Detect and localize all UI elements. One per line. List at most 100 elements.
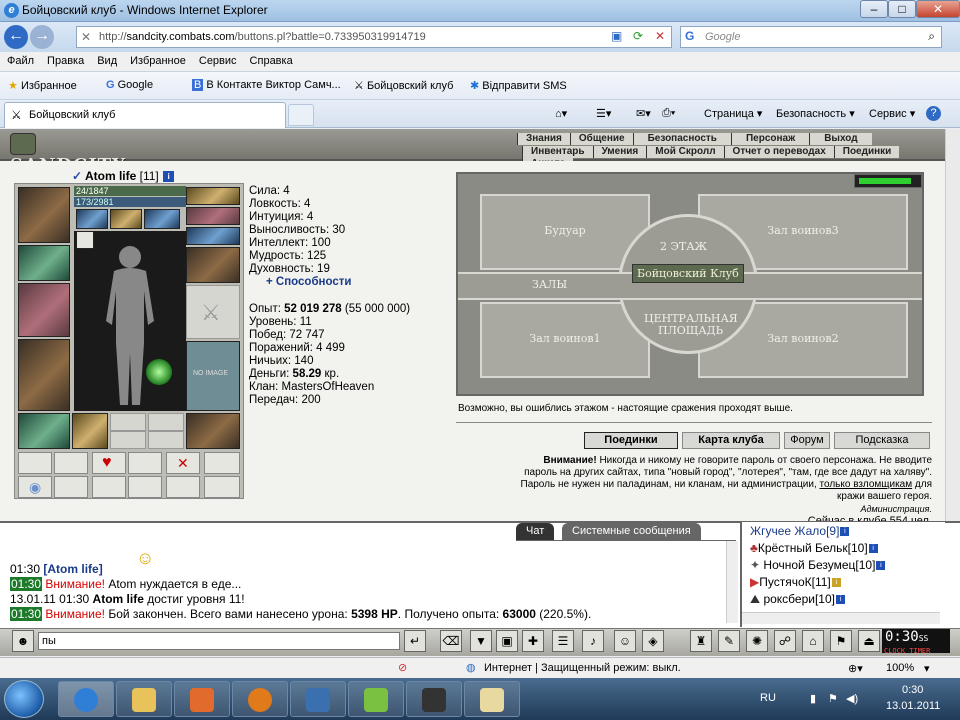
- language-indicator[interactable]: RU: [760, 692, 776, 704]
- necklace-slot[interactable]: [18, 245, 70, 281]
- close-button[interactable]: ✕: [916, 0, 960, 18]
- nav-communication[interactable]: Общение: [569, 133, 633, 145]
- window-title-bar[interactable]: e Бойцовский клуб - Windows Internet Exp…: [0, 0, 960, 22]
- users-hscrollbar[interactable]: [742, 612, 940, 624]
- task-media-player[interactable]: [174, 681, 230, 717]
- bag-icon[interactable]: ♜: [690, 630, 712, 652]
- tray-date[interactable]: 13.01.2011: [886, 700, 940, 712]
- club-map-button[interactable]: Карта клуба: [682, 432, 780, 449]
- hackers-link[interactable]: только взломщикам: [820, 479, 913, 490]
- info-icon[interactable]: i: [163, 171, 175, 183]
- gloves-slot[interactable]: [186, 247, 240, 283]
- shield-slot[interactable]: ⚔: [186, 285, 240, 339]
- chat-input[interactable]: пы: [38, 632, 400, 650]
- tools-menu[interactable]: Сервис ▾: [869, 107, 915, 120]
- nav-security[interactable]: Безопасность: [632, 133, 731, 145]
- ring-slot-5[interactable]: [148, 431, 184, 449]
- chat-mode-icon[interactable]: ☻: [12, 630, 34, 652]
- fav-sms[interactable]: ✱ Відправити SMS: [470, 79, 567, 92]
- feeds-icon[interactable]: ☰▾: [596, 107, 611, 120]
- zoom-dropdown-icon[interactable]: ▾: [924, 662, 930, 675]
- compatibility-icon[interactable]: ▣: [611, 29, 622, 43]
- stop-icon[interactable]: ✕: [655, 29, 665, 43]
- forum-button[interactable]: Форум: [784, 432, 830, 449]
- blocked-icon[interactable]: ⊘: [398, 661, 407, 674]
- zoom-level[interactable]: 100%: [886, 662, 914, 674]
- ring-top-slot[interactable]: [186, 227, 240, 245]
- music-icon[interactable]: ♪: [582, 630, 604, 652]
- rune-slot-3[interactable]: [144, 209, 180, 229]
- info-icon[interactable]: i: [868, 544, 878, 554]
- fighter-icon[interactable]: ✚: [522, 630, 544, 652]
- home-icon[interactable]: ⌂▾: [555, 107, 567, 120]
- label-central-2[interactable]: ПЛОЩАДЬ: [658, 324, 723, 337]
- fav-combats[interactable]: ⚔ Бойцовский клуб: [354, 79, 453, 92]
- potion-slot-5[interactable]: ✕: [166, 452, 200, 474]
- menu-edit[interactable]: Правка: [40, 52, 90, 67]
- task-ie[interactable]: [58, 681, 114, 717]
- battles-button[interactable]: Поединки: [584, 432, 678, 449]
- earring-slot[interactable]: [186, 187, 240, 205]
- minimize-button[interactable]: –: [860, 0, 888, 18]
- potion-slot-2[interactable]: [54, 452, 88, 474]
- task-firefox[interactable]: [232, 681, 288, 717]
- print-icon[interactable]: ⎙▾: [662, 107, 675, 120]
- tab-chat[interactable]: Чат: [516, 523, 555, 540]
- flag-icon[interactable]: ⚑: [828, 692, 838, 705]
- ring-slot-3[interactable]: [148, 413, 184, 431]
- chat-scrollbar[interactable]: [726, 541, 738, 623]
- task-explorer[interactable]: [116, 681, 172, 717]
- character-name[interactable]: ✓ Atom life [11] i: [72, 169, 175, 183]
- rune-slot-2[interactable]: [110, 209, 142, 229]
- eraser-icon[interactable]: ⌫: [440, 630, 462, 652]
- map-icon[interactable]: ✎: [718, 630, 740, 652]
- network-icon[interactable]: ▮: [810, 692, 816, 705]
- shop-icon[interactable]: ⌂: [802, 630, 824, 652]
- nav-transfers[interactable]: Отчет о переводах: [723, 146, 834, 158]
- potion-slot-3[interactable]: ♥: [92, 452, 126, 474]
- new-tab-button[interactable]: [288, 104, 314, 126]
- scroll-slot-3[interactable]: [92, 476, 126, 498]
- refresh-icon[interactable]: ⟳: [633, 29, 643, 43]
- nav-battles[interactable]: Поединки: [833, 146, 900, 158]
- task-kmplayer[interactable]: [290, 681, 346, 717]
- info-icon[interactable]: i: [876, 561, 886, 571]
- potion-slot-4[interactable]: [128, 452, 162, 474]
- potion-slot-1[interactable]: [18, 452, 52, 474]
- flag-icon[interactable]: ⚑: [830, 630, 852, 652]
- nav-character[interactable]: Персонаж: [730, 133, 810, 145]
- user-item[interactable]: Жгучее Жало[9] i: [750, 524, 850, 538]
- scroll-slot-1[interactable]: ◉: [18, 476, 52, 498]
- label-halls[interactable]: ЗАЛЫ: [532, 278, 567, 291]
- info-icon[interactable]: i: [831, 578, 841, 588]
- rune-slot-1[interactable]: [76, 209, 108, 229]
- scroll-slot-2[interactable]: [54, 476, 88, 498]
- belt-slot[interactable]: [18, 413, 70, 449]
- potion-slot-6[interactable]: [204, 452, 240, 474]
- smile-icon[interactable]: ☺: [614, 630, 636, 652]
- address-bar[interactable]: ✕ http://sandcity.combats.com/buttons.pl…: [76, 26, 672, 48]
- nav-knowledge[interactable]: Знания: [517, 133, 570, 145]
- mail-icon[interactable]: ✉▾: [636, 107, 651, 120]
- nav-skills[interactable]: Умения: [592, 146, 647, 158]
- info-icon[interactable]: i: [840, 527, 850, 537]
- filter-icon[interactable]: ▼: [470, 630, 492, 652]
- fav-google[interactable]: G Google: [106, 79, 153, 91]
- nav-exit[interactable]: Выход: [809, 133, 872, 145]
- menu-tools[interactable]: Сервис: [192, 52, 243, 67]
- buff-icon[interactable]: [76, 231, 94, 249]
- help-icon[interactable]: ?: [926, 106, 941, 121]
- user-item[interactable]: ♣Крёстный Бельк[10] i: [750, 541, 878, 555]
- user-item[interactable]: ⛰ роксбери[10] i: [750, 592, 845, 607]
- magic-icon[interactable]: ✺: [746, 630, 768, 652]
- room-fightclub[interactable]: Бойцовский Клуб: [632, 264, 744, 283]
- start-button[interactable]: [4, 680, 44, 718]
- weapon-slot[interactable]: [18, 283, 70, 337]
- ring-slot-2[interactable]: [110, 413, 146, 431]
- protected-mode-icon[interactable]: ⊕▾: [848, 662, 863, 675]
- menu-help[interactable]: Справка: [243, 52, 299, 67]
- task-mail[interactable]: [464, 681, 520, 717]
- search-box[interactable]: G Google ⌕: [680, 26, 942, 48]
- forward-button[interactable]: →: [30, 25, 54, 49]
- back-button[interactable]: ←: [4, 25, 28, 49]
